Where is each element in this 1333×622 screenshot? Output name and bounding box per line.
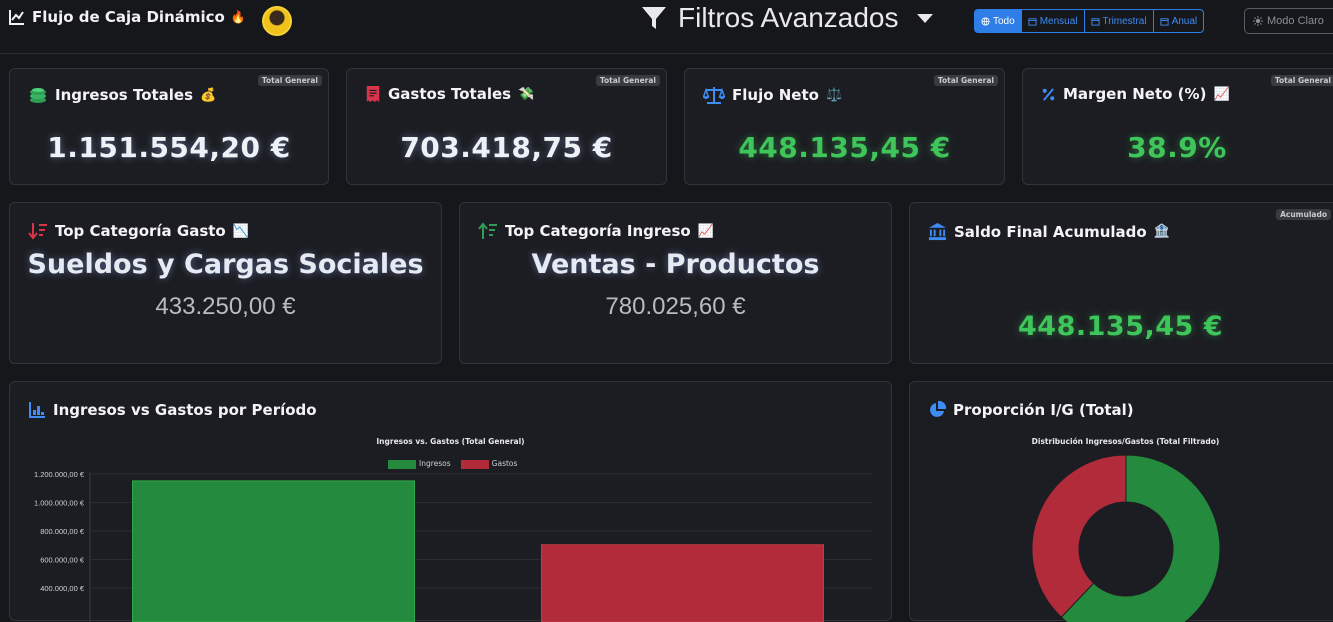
card-title: Saldo Final Acumulado — [954, 222, 1147, 241]
chart-up-icon: 📈 — [697, 223, 714, 239]
chart-down-icon: 📉 — [232, 223, 249, 239]
kpi-title: Margen Neto (%) — [1063, 85, 1207, 103]
period-mensual-label: Mensual — [1039, 15, 1078, 27]
chart-line-icon — [9, 10, 24, 25]
final-balance-card: Acumulado Saldo Final Acumulado 🏦 448.13… — [909, 202, 1333, 364]
calendar-icon — [1090, 17, 1100, 26]
top-navbar: Flujo de Caja Dinámico 🔥 Filtros Avanzad… — [0, 0, 1333, 54]
kpi-title: Ingresos Totales — [55, 86, 194, 104]
avatar[interactable] — [262, 6, 292, 36]
donut-chart — [1031, 454, 1221, 622]
card-title: Top Categoría Ingreso — [505, 222, 691, 240]
app-brand[interactable]: Flujo de Caja Dinámico 🔥 — [8, 8, 246, 26]
calendar-icon — [1028, 17, 1037, 26]
total-badge: Total General — [257, 75, 322, 86]
period-todo-label: Todo — [993, 15, 1015, 27]
y-tick-label: 1.000.000,00 € — [34, 499, 85, 508]
pie-chart-card: Proporción I/G (Total) Distribución Ingr… — [909, 381, 1333, 622]
kpi-value: 38.9% — [1127, 131, 1227, 164]
top-income-card: Top Categoría Ingreso 📈 Ventas - Product… — [459, 202, 892, 364]
bank-icon — [928, 222, 947, 241]
y-tick-label: 600.000,00 € — [40, 556, 85, 565]
kpi-card-income: Total General Ingresos Totales 💰 1.151.5… — [9, 68, 329, 185]
period-anual-button[interactable]: Anual — [1154, 10, 1204, 32]
balance-value: 448.135,45 € — [1018, 311, 1223, 342]
period-anual-label: Anual — [1171, 15, 1198, 27]
top-category-value: 433.250,00 € — [155, 293, 296, 320]
kpi-value: 1.151.554,20 € — [47, 131, 291, 164]
chart-up-icon: 📈 — [1213, 86, 1230, 102]
y-tick-label: 1.200.000,00 € — [34, 470, 85, 479]
period-mensual-button[interactable]: Mensual — [1022, 10, 1085, 32]
sun-icon — [1253, 16, 1263, 26]
sort-up-icon — [478, 222, 497, 239]
slice-gastos[interactable] — [1031, 454, 1127, 618]
total-badge: Total General — [1270, 75, 1333, 86]
scale-icon — [703, 87, 725, 104]
chevron-down-icon — [916, 13, 933, 23]
kpi-value: 448.135,45 € — [738, 131, 951, 164]
bar-ingresos[interactable] — [132, 480, 415, 622]
period-trimestral-button[interactable]: Trimestral — [1085, 10, 1154, 32]
coins-icon — [30, 88, 46, 103]
bar-chart-card: Ingresos vs Gastos por Período Ingresos … — [9, 381, 892, 622]
sort-down-icon — [28, 223, 47, 240]
bar-chart: 1.200.000,00 € 1.000.000,00 € 800.000,00 €… — [34, 470, 872, 622]
kpi-card-expense: Total General Gastos Totales 💸 703.418,7… — [346, 68, 667, 185]
top-category-name: Sueldos y Cargas Sociales — [27, 249, 424, 280]
building-icon: 🏦 — [1153, 224, 1170, 239]
theme-toggle-button[interactable]: Modo Claro — [1244, 8, 1333, 34]
period-trimestral-label: Trimestral — [1102, 15, 1147, 27]
accumulated-badge: Acumulado — [1276, 209, 1331, 220]
kpi-value: 703.418,75 € — [400, 131, 613, 164]
receipt-icon — [366, 86, 380, 102]
card-title: Top Categoría Gasto — [55, 222, 226, 240]
top-category-name: Ventas - Productos — [531, 249, 820, 280]
top-expense-card: Top Categoría Gasto 📉 Sueldos y Cargas S… — [9, 202, 442, 364]
money-wings-icon: 💸 — [518, 86, 535, 102]
globe-icon — [981, 16, 990, 26]
kpi-title: Gastos Totales — [388, 85, 512, 103]
filters-toggle[interactable]: Filtros Avanzados — [640, 2, 933, 34]
period-selector: Todo Mensual Trimestral Anual — [974, 9, 1205, 33]
kpi-card-net: Total General Flujo Neto ⚖️ 448.135,45 € — [684, 68, 1005, 185]
total-badge: Total General — [595, 75, 660, 86]
theme-toggle-label: Modo Claro — [1267, 15, 1324, 27]
filters-title: Filtros Avanzados — [678, 2, 899, 33]
kpi-card-margin: Total General Margen Neto (%) 📈 38.9% — [1022, 68, 1333, 185]
kpi-title: Flujo Neto — [732, 86, 819, 104]
balance-scale-icon: ⚖️ — [825, 87, 843, 103]
total-badge: Total General — [933, 75, 998, 86]
app-title: Flujo de Caja Dinámico — [32, 8, 225, 26]
period-todo-button[interactable]: Todo — [975, 10, 1022, 32]
filter-icon — [642, 7, 666, 29]
money-bag-icon: 💰 — [200, 87, 217, 103]
calendar-icon — [1160, 17, 1169, 26]
fire-icon: 🔥 — [230, 10, 246, 24]
y-tick-label: 400.000,00 € — [40, 584, 85, 593]
y-tick-label: 800.000,00 € — [40, 527, 85, 536]
bar-gastos[interactable] — [541, 544, 824, 622]
top-category-value: 780.025,60 € — [605, 293, 746, 320]
percent-icon — [1042, 87, 1055, 101]
